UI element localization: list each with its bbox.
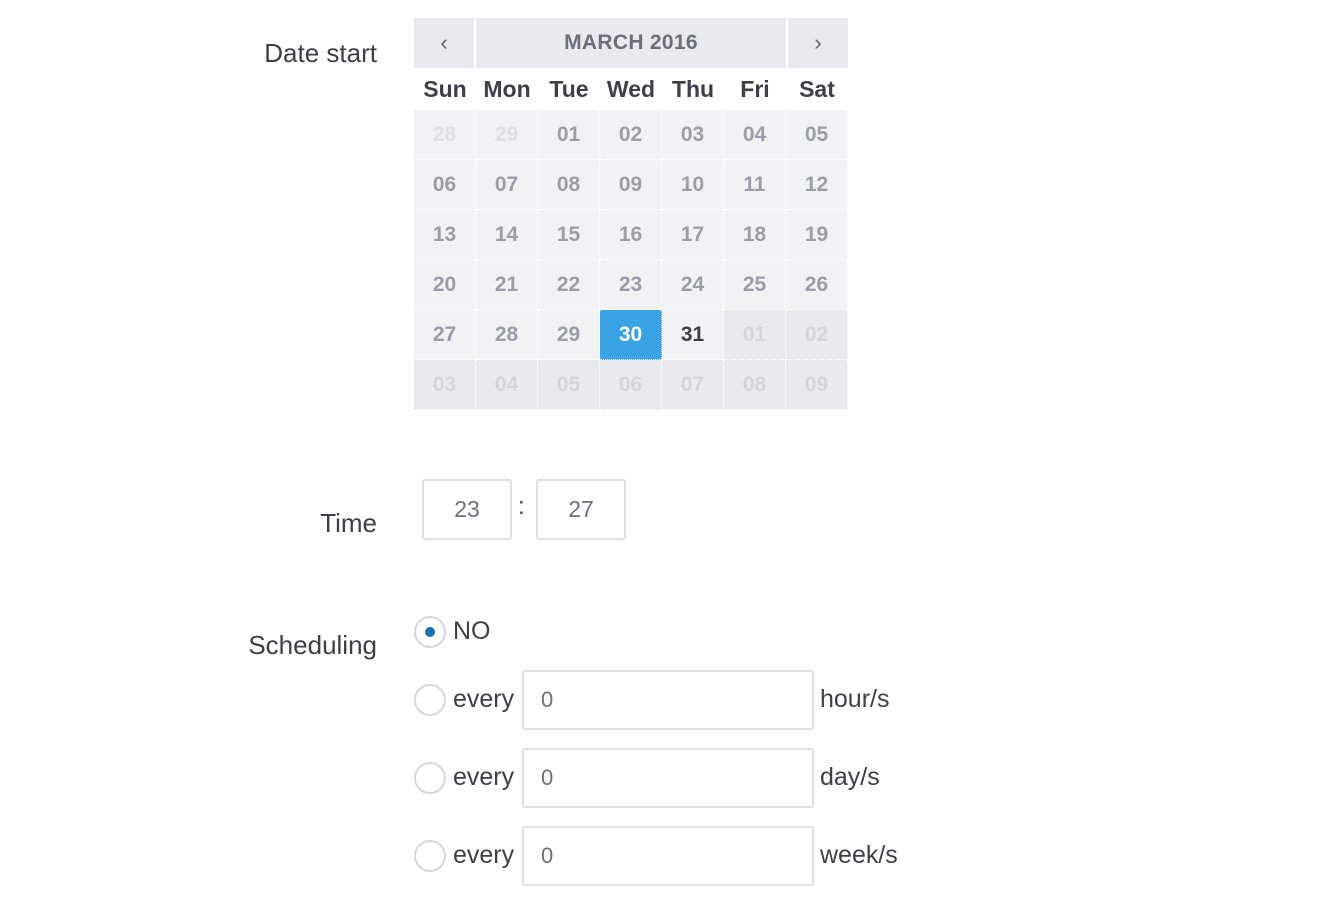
calendar-day[interactable]: 12 (786, 160, 848, 210)
weekday-header: Sun Mon Tue Wed Thu Fri Sat (414, 68, 848, 110)
calendar-day[interactable]: 04 (724, 110, 786, 160)
date-start-label: Date start (264, 38, 377, 68)
weekday-label: Thu (671, 75, 715, 102)
prev-month-button[interactable]: ‹ (414, 18, 474, 68)
minute-input[interactable]: 27 (536, 479, 626, 540)
weeks-interval-input[interactable]: 0 (522, 826, 814, 886)
chevron-right-icon: › (814, 30, 822, 55)
calendar-day-selected[interactable]: 30 (600, 310, 662, 360)
scheduling-no-radio[interactable] (414, 616, 446, 648)
days-interval-input[interactable]: 0 (522, 748, 814, 808)
calendar-day[interactable]: 26 (786, 260, 848, 310)
calendar-day[interactable]: 14 (476, 210, 538, 260)
scheduling-label: Scheduling (248, 630, 377, 660)
calendar-day[interactable]: 19 (786, 210, 848, 260)
weekday-label: Sun (423, 75, 467, 102)
days-unit-label: day/s (820, 763, 880, 791)
weeks-unit-label: week/s (820, 841, 898, 869)
hours-unit-label: hour/s (820, 685, 890, 713)
calendar-day[interactable]: 06 (600, 360, 662, 410)
calendar-day[interactable]: 20 (414, 260, 476, 310)
calendar-day[interactable]: 22 (538, 260, 600, 310)
hour-input[interactable]: 23 (422, 479, 512, 540)
next-month-button[interactable]: › (788, 18, 848, 68)
calendar-day[interactable]: 04 (476, 360, 538, 410)
calendar-day[interactable]: 07 (476, 160, 538, 210)
calendar-month-title[interactable]: MARCH 2016 (476, 18, 786, 68)
calendar-day[interactable]: 27 (414, 310, 476, 360)
every-label: every (453, 763, 515, 791)
calendar-day[interactable]: 03 (414, 360, 476, 410)
calendar-header: ‹ MARCH 2016 › (414, 18, 848, 68)
calendar-day[interactable]: 02 (786, 310, 848, 360)
calendar-days-grid: 28 29 01 02 03 04 05 06 07 08 09 10 11 12 13 14 15 16 17 18… (414, 110, 848, 410)
calendar-day[interactable]: 21 (476, 260, 538, 310)
hours-interval-input[interactable]: 0 (522, 670, 814, 730)
weekday-label: Mon (483, 75, 531, 102)
calendar-day[interactable]: 24 (662, 260, 724, 310)
scheduling-hours-radio[interactable] (414, 684, 446, 716)
calendar-day[interactable]: 09 (600, 160, 662, 210)
scheduling-days-radio[interactable] (414, 762, 446, 794)
time-separator: : (518, 493, 525, 520)
chevron-left-icon: ‹ (440, 30, 448, 55)
calendar-day[interactable]: 02 (600, 110, 662, 160)
weekday-label: Wed (606, 75, 656, 102)
weekday-label: Sat (799, 75, 835, 102)
calendar-day[interactable]: 11 (724, 160, 786, 210)
calendar-day[interactable]: 25 (724, 260, 786, 310)
calendar-day[interactable]: 13 (414, 210, 476, 260)
calendar-day[interactable]: 03 (662, 110, 724, 160)
weekday-label: Fri (740, 75, 770, 102)
calendar-day[interactable]: 06 (414, 160, 476, 210)
calendar-day[interactable]: 09 (786, 360, 848, 410)
calendar-day[interactable]: 01 (538, 110, 600, 160)
calendar-day[interactable]: 05 (786, 110, 848, 160)
calendar-day[interactable]: 05 (538, 360, 600, 410)
scheduling-weeks-radio[interactable] (414, 840, 446, 872)
calendar-day[interactable]: 29 (538, 310, 600, 360)
calendar-day[interactable]: 10 (662, 160, 724, 210)
calendar-day[interactable]: 29 (476, 110, 538, 160)
calendar-day[interactable]: 01 (724, 310, 786, 360)
calendar-day[interactable]: 31 (662, 310, 724, 360)
scheduling-no-label: NO (453, 617, 491, 645)
calendar-day[interactable]: 07 (662, 360, 724, 410)
weekday-label: Tue (549, 75, 589, 102)
calendar-day[interactable]: 08 (538, 160, 600, 210)
calendar-day[interactable]: 28 (476, 310, 538, 360)
time-label: Time (320, 508, 377, 538)
every-label: every (453, 841, 515, 869)
calendar-day[interactable]: 23 (600, 260, 662, 310)
date-picker-calendar: ‹ MARCH 2016 › Sun Mon Tue Wed Thu Fri S… (414, 18, 848, 410)
calendar-day[interactable]: 08 (724, 360, 786, 410)
calendar-day[interactable]: 15 (538, 210, 600, 260)
every-label: every (453, 685, 515, 713)
calendar-day[interactable]: 16 (600, 210, 662, 260)
calendar-day[interactable]: 28 (414, 110, 476, 160)
calendar-day[interactable]: 18 (724, 210, 786, 260)
calendar-day[interactable]: 17 (662, 210, 724, 260)
